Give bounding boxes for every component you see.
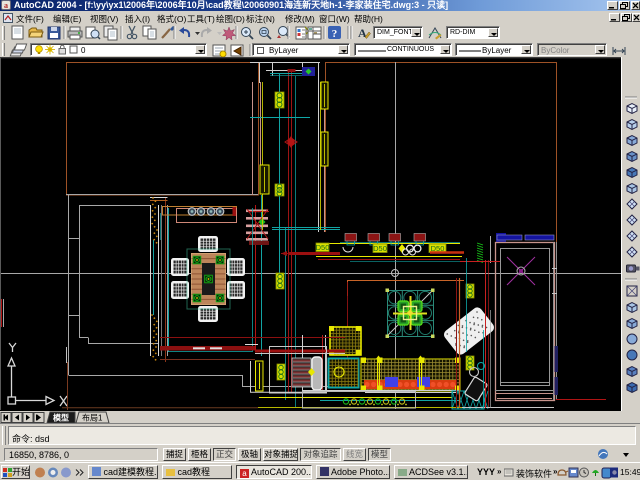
svg-text:模型: 模型 (53, 413, 69, 423)
svg-text:?: ? (332, 28, 338, 40)
svg-text:D50: D50 (373, 244, 387, 253)
svg-text:D50: D50 (316, 243, 330, 252)
svg-text:布局1: 布局1 (82, 413, 103, 423)
svg-text:a: a (4, 1, 8, 10)
